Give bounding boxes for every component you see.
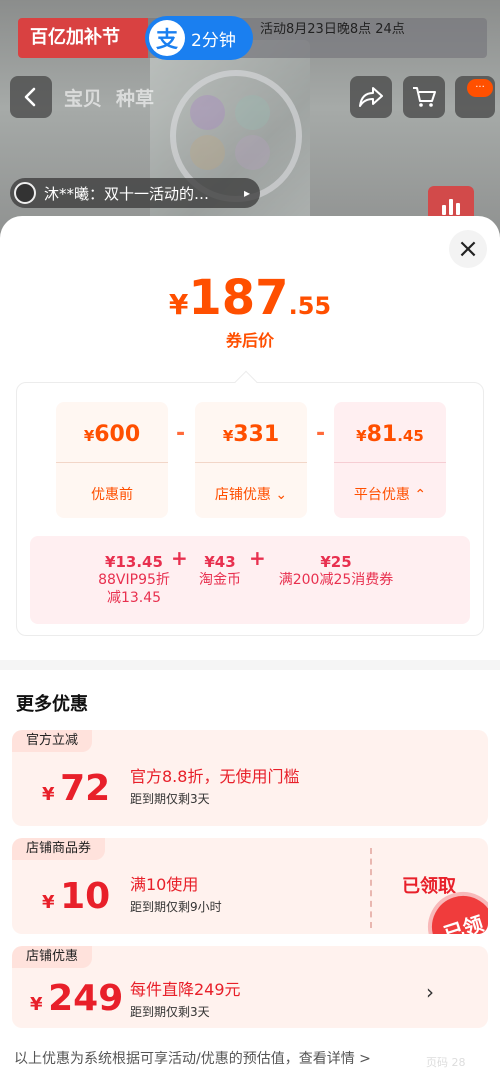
coupon-value: 249	[48, 978, 124, 1019]
coupon-expiry: 距到期仅剩9小时	[130, 900, 222, 914]
coupon-store-discount[interactable]: 店铺优惠 ¥ 249 每件直降249元 距到期仅剩3天 ›	[12, 946, 488, 1028]
final-price-label: 券后价	[225, 331, 274, 350]
detail-value: ¥25	[320, 553, 352, 571]
top-tabs: 宝贝 种草	[64, 84, 154, 111]
price-integer: 331	[233, 422, 280, 447]
coupon-title: 官方8.8折，无使用门槛	[130, 767, 300, 786]
detail-88vip: ¥13.45 88VIP95折 减13.45	[86, 553, 182, 607]
detail-voucher: ¥25 满200减25消费券	[268, 553, 404, 589]
platform-discount-card[interactable]: ¥81.45 平台优惠 ⌃	[334, 402, 446, 518]
final-price: ¥187.55	[0, 270, 500, 326]
coupon-value: 10	[60, 876, 111, 917]
price-currency: ¥	[83, 427, 95, 445]
coupon-divider	[370, 848, 372, 928]
cart-button[interactable]	[403, 76, 445, 118]
plus-operator: +	[249, 546, 266, 570]
coupon-amount: ¥ 249	[30, 978, 123, 1019]
price-currency: ¥	[356, 427, 367, 445]
coupon-store-item[interactable]: 店铺商品券 ¥ 10 满10使用 距到期仅剩9小时 已领取 已领	[12, 838, 488, 934]
notification-badge: ···	[467, 79, 493, 97]
minus-operator: -	[316, 421, 326, 446]
coupon-amount: ¥ 10	[42, 876, 110, 917]
coupon-tag: 店铺商品券	[12, 838, 106, 860]
detail-value: ¥43	[204, 553, 236, 571]
detail-label: 满200减25消费券	[278, 572, 394, 588]
comment-ticker[interactable]: 沐**曦：双十一活动的… ▸	[10, 178, 260, 208]
bar-chart-icon-bar	[456, 203, 460, 215]
promo-banner[interactable]: 百亿加补节	[18, 18, 148, 58]
original-price-card: ¥600 优惠前	[56, 402, 168, 518]
price-currency: ¥	[222, 427, 234, 445]
coupon-currency: ¥	[42, 784, 55, 805]
product-image	[150, 40, 310, 240]
bar-chart-icon	[442, 205, 446, 215]
detail-taojinbi: ¥43 淘金币	[190, 553, 250, 589]
coupon-expiry: 距到期仅剩3天	[130, 1005, 210, 1019]
avatar	[14, 182, 36, 204]
store-discount-card[interactable]: ¥331 店铺优惠 ⌄	[195, 402, 307, 518]
back-button[interactable]	[10, 76, 52, 118]
more-offers-title: 更多优惠	[16, 694, 88, 715]
coupon-tag: 店铺优惠	[12, 946, 93, 968]
final-price-decimal: .55	[288, 292, 332, 320]
close-button[interactable]: ×	[449, 230, 487, 268]
banner-tip: 活动8月23日晚8点 24点	[260, 22, 405, 37]
footer-disclaimer-link[interactable]: 以上优惠为系统根据可享活动/优惠的预估值，查看详情 >	[14, 1048, 371, 1068]
bar-chart-icon-bar	[449, 199, 453, 215]
price-label: 优惠前	[91, 487, 133, 503]
section-divider	[0, 660, 500, 670]
detail-label: 淘金币	[199, 572, 241, 588]
coupon-title: 每件直降249元	[130, 980, 241, 999]
tab-seeding[interactable]: 种草	[116, 84, 154, 111]
coupon-expiry: 距到期仅剩3天	[130, 792, 210, 806]
chevron-left-icon	[24, 87, 36, 107]
coupon-amount: ¥ 72	[42, 768, 110, 809]
final-price-integer: 187	[188, 270, 289, 326]
comment-text: 沐**曦：双十一活动的…	[44, 184, 210, 203]
coupon-currency: ¥	[30, 994, 43, 1015]
coupon-title: 满10使用	[130, 875, 199, 894]
close-icon: ×	[457, 234, 479, 264]
detail-label: 88VIP95折	[98, 572, 170, 588]
more-button[interactable]: ···	[455, 76, 495, 118]
price-label: 店铺优惠 ⌄	[214, 487, 288, 503]
share-button[interactable]	[350, 76, 392, 118]
final-price-currency: ¥	[168, 288, 189, 321]
minus-operator: -	[176, 421, 186, 446]
play-icon: ▸	[243, 186, 250, 200]
alipay-icon: 支	[149, 20, 185, 56]
coupon-currency: ¥	[42, 892, 55, 913]
coupon-official[interactable]: 官方立减 ¥ 72 官方8.8折，无使用门槛 距到期仅剩3天	[12, 730, 488, 826]
price-label: 平台优惠 ⌃	[353, 487, 427, 503]
detail-label: 减13.45	[106, 590, 162, 606]
alipay-label: 2分钟	[191, 30, 236, 51]
cart-icon	[413, 87, 436, 107]
tab-product[interactable]: 宝贝	[64, 84, 102, 111]
share-icon	[359, 87, 383, 107]
plus-operator: +	[171, 546, 188, 570]
price-integer: 600	[94, 422, 141, 447]
coupon-tag: 官方立减	[12, 730, 93, 752]
chevron-right-icon[interactable]: ›	[426, 980, 434, 1004]
alipay-pill[interactable]: 支 2分钟	[145, 16, 253, 60]
price-integer: 81	[366, 422, 398, 447]
detail-value: ¥13.45	[105, 553, 163, 571]
price-decimal: .45	[397, 427, 424, 445]
coupon-value: 72	[60, 768, 111, 809]
footer-faint-text: 页码 28	[426, 1056, 466, 1069]
